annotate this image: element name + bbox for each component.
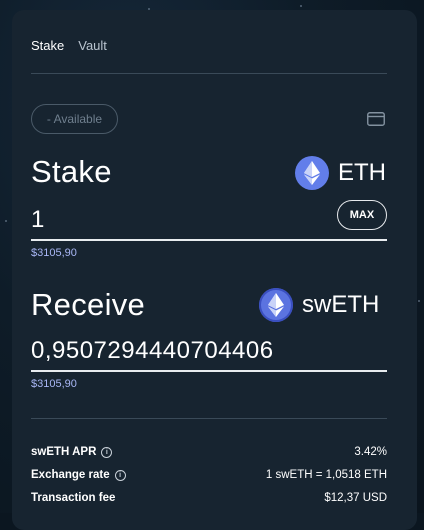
detail-row-exchange-rate: Exchange rate i 1 swETH = 1,0518 ETH <box>31 469 387 481</box>
stake-input-underline <box>31 239 387 241</box>
tab-stake[interactable]: Stake <box>31 38 64 53</box>
detail-row-apr: swETH APR i 3.42% <box>31 446 387 458</box>
receive-amount: 0,9507294440704406 <box>31 337 274 364</box>
exchange-rate-value: 1 swETH = 1,0518 ETH <box>265 469 387 481</box>
tab-divider <box>31 73 387 74</box>
transaction-fee-label: Transaction fee <box>31 492 116 504</box>
info-circle-icon[interactable]: i <box>101 446 113 458</box>
detail-row-transaction-fee: Transaction fee $12,37 USD <box>31 492 387 504</box>
tab-vault[interactable]: Vault <box>78 38 107 53</box>
ethereum-icon <box>295 156 329 190</box>
receive-usd-value: $3105,90 <box>31 378 77 390</box>
receive-token-label[interactable]: swETH <box>302 291 379 319</box>
exchange-rate-label-group: Exchange rate i <box>31 469 126 481</box>
transaction-fee-value: $12,37 USD <box>324 492 387 504</box>
receive-title: Receive <box>31 287 146 322</box>
details-divider <box>31 418 387 419</box>
star <box>300 5 302 7</box>
star <box>418 300 420 302</box>
apr-value: 3.42% <box>354 446 387 458</box>
receive-underline <box>31 370 387 372</box>
apr-label-group: swETH APR i <box>31 446 113 458</box>
stake-amount-input[interactable]: 1 <box>31 206 45 234</box>
exchange-rate-label: Exchange rate <box>31 469 110 481</box>
transaction-fee-label-group: Transaction fee <box>31 492 115 504</box>
stake-usd-value: $3105,90 <box>31 247 77 259</box>
apr-label: swETH APR <box>31 446 97 458</box>
tab-bar: Stake Vault <box>31 38 107 53</box>
stake-title: Stake <box>31 154 112 189</box>
star <box>5 220 7 222</box>
available-balance-pill[interactable]: - Available <box>31 104 118 134</box>
max-button[interactable]: MAX <box>337 200 387 230</box>
sweth-icon <box>259 288 293 322</box>
wallet-card-icon[interactable] <box>367 112 385 126</box>
info-circle-icon[interactable]: i <box>114 469 126 481</box>
stake-token-label[interactable]: ETH <box>338 159 386 187</box>
